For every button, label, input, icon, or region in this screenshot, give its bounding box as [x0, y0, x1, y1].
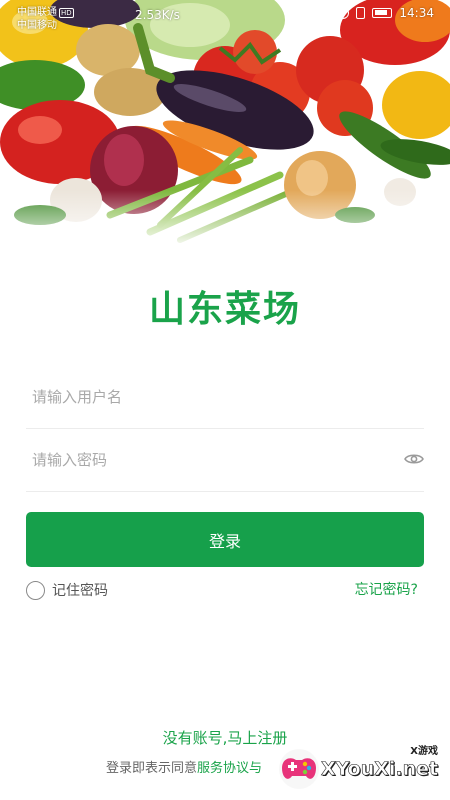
- remember-password-label: 记住密码: [52, 583, 108, 599]
- eye-icon[interactable]: [404, 451, 424, 467]
- forgot-password-link[interactable]: 忘记密码?: [355, 580, 418, 600]
- login-button[interactable]: 登录: [26, 512, 424, 567]
- battery-icon: [372, 8, 393, 18]
- password-field: [26, 428, 424, 492]
- sync-icon: [337, 7, 350, 19]
- agreement-prefix: 登录即表示同意: [106, 761, 198, 776]
- hd-badge: HD: [59, 8, 74, 18]
- agreement-connector: 与: [249, 761, 263, 776]
- radio-circle-icon[interactable]: [26, 580, 45, 600]
- username-field: [26, 365, 424, 429]
- username-input[interactable]: [26, 365, 386, 428]
- agreement-text: 登录即表示同意服务协议与: [106, 757, 262, 776]
- watermark: XYouXi.net X游戏: [276, 738, 444, 794]
- vibrate-icon: [356, 7, 366, 19]
- alarm-icon: [318, 7, 331, 19]
- app-title: 山东菜场: [148, 289, 301, 330]
- remember-password-toggle[interactable]: 记住密码: [26, 580, 108, 600]
- hero-vegetables-image: [0, 0, 450, 250]
- gamepad-logo-icon: [279, 749, 319, 789]
- carrier-secondary: 中国移动: [17, 20, 57, 31]
- watermark-tag: X游戏: [410, 746, 438, 757]
- status-bar: 中国联通 HD 中国移动 2.53K/s 14:34: [0, 0, 450, 31]
- status-icons: 14:34: [318, 6, 434, 20]
- status-time: 14:34: [399, 6, 434, 20]
- network-speed: 2.53K/s: [135, 8, 180, 22]
- service-agreement-link[interactable]: 服务协议: [197, 761, 249, 776]
- watermark-brand: XYouXi.net: [321, 758, 439, 781]
- password-input[interactable]: [26, 428, 386, 491]
- vegetables-illustration: [0, 0, 450, 250]
